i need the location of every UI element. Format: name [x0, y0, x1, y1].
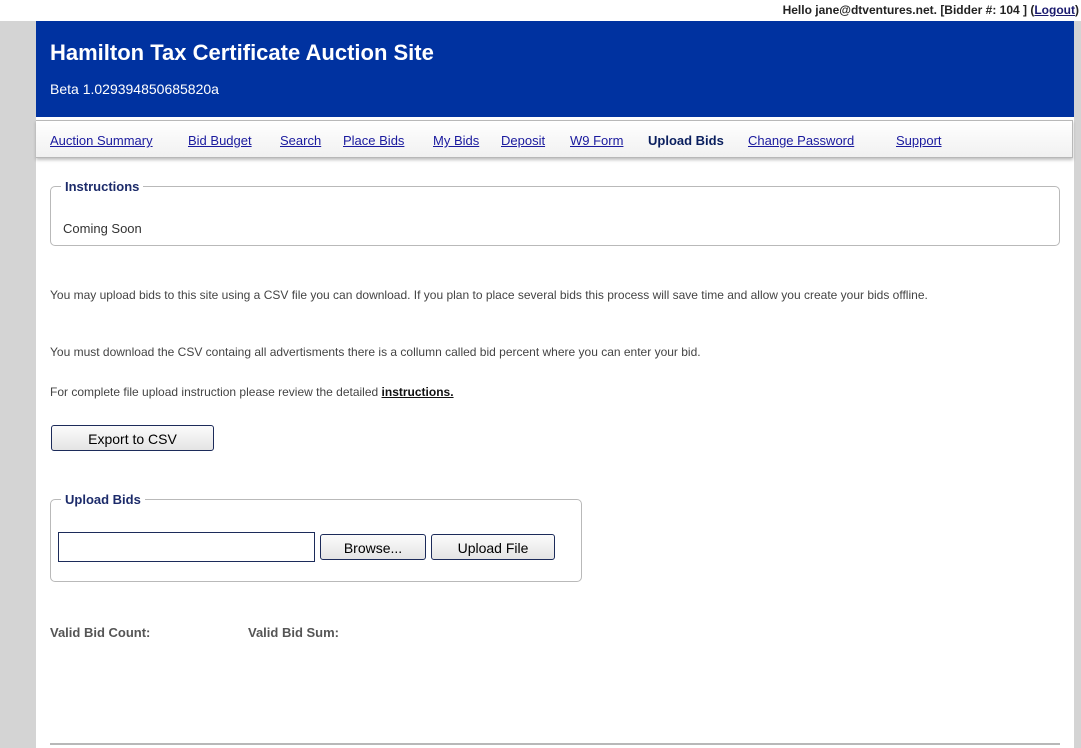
- browse-button[interactable]: Browse...: [320, 534, 426, 560]
- top-bar: Hello jane@dtventures.net. [Bidder #: 10…: [0, 0, 1081, 21]
- export-csv-button[interactable]: Export to CSV: [51, 425, 214, 451]
- nav-change-password[interactable]: Change Password: [748, 133, 854, 148]
- footer-divider: [50, 743, 1060, 745]
- valid-bid-sum-label: Valid Bid Sum:: [248, 625, 340, 640]
- greeting-text: Hello jane@dtventures.net. [Bidder #: 10…: [782, 3, 1035, 17]
- site-title: Hamilton Tax Certificate Auction Site: [50, 40, 434, 65]
- file-path-input[interactable]: [58, 532, 315, 562]
- instructions-note-text: For complete file upload instruction ple…: [50, 385, 382, 399]
- instructions-note: For complete file upload instruction ple…: [50, 383, 1060, 401]
- site-header: Hamilton Tax Certificate Auction Site Be…: [36, 21, 1074, 117]
- nav-upload-bids[interactable]: Upload Bids: [648, 133, 724, 148]
- greeting-suffix: ): [1075, 3, 1079, 17]
- logout-link[interactable]: Logout: [1034, 3, 1075, 17]
- instructions-box: Instructions Coming Soon: [50, 179, 1060, 246]
- user-greeting: Hello jane@dtventures.net. [Bidder #: 10…: [783, 3, 1079, 17]
- csv-description: You must download the CSV containg all a…: [50, 345, 701, 359]
- nav-w9-form[interactable]: W9 Form: [570, 133, 623, 148]
- nav-auction-summary[interactable]: Auction Summary: [50, 133, 153, 148]
- valid-bid-count-label: Valid Bid Count:: [50, 625, 151, 640]
- nav-my-bids[interactable]: My Bids: [433, 133, 479, 148]
- site-version: Beta 1.029394850685820a: [50, 81, 219, 97]
- nav-support[interactable]: Support: [896, 133, 942, 148]
- instructions-legend: Instructions: [65, 179, 140, 194]
- upload-description: You may upload bids to this site using a…: [50, 288, 928, 302]
- nav-deposit[interactable]: Deposit: [501, 133, 545, 148]
- nav-place-bids[interactable]: Place Bids: [343, 133, 404, 148]
- upload-file-button[interactable]: Upload File: [431, 534, 555, 560]
- instructions-link[interactable]: instructions.: [382, 385, 454, 399]
- nav-search[interactable]: Search: [280, 133, 321, 148]
- nav-bid-budget[interactable]: Bid Budget: [188, 133, 252, 148]
- instructions-text: Coming Soon: [63, 221, 142, 236]
- main-nav: Auction Summary Bid Budget Search Place …: [36, 120, 1073, 158]
- page-container: Hamilton Tax Certificate Auction Site Be…: [36, 21, 1074, 748]
- upload-bids-legend: Upload Bids: [65, 492, 141, 507]
